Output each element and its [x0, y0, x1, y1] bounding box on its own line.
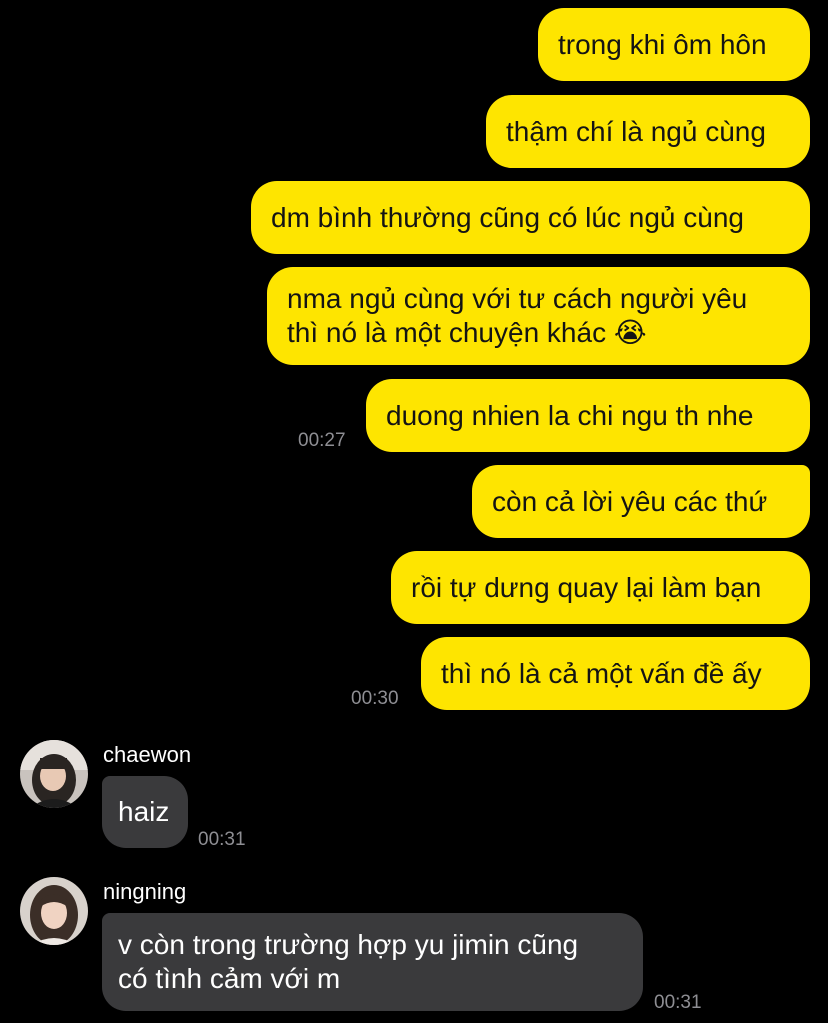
message-bubble-outgoing[interactable]: thì nó là cả một vấn đề ấy: [421, 637, 810, 710]
message-text: thì nó là cả một vấn đề ấy: [441, 657, 762, 689]
crying-face-emoji-icon: 😭: [613, 317, 647, 348]
message-bubble-outgoing[interactable]: trong khi ôm hôn: [538, 8, 810, 81]
sender-name: ningning: [103, 879, 187, 904]
message-bubble-outgoing[interactable]: còn cả lời yêu các thứ: [472, 465, 810, 538]
message-text: haiz: [118, 796, 170, 827]
sender-name: chaewon: [103, 742, 192, 767]
message-text: rồi tự dưng quay lại làm bạn: [411, 571, 762, 603]
message-bubble-incoming[interactable]: v còn trong trường hợp yu jimin cũng có …: [102, 913, 643, 1011]
avatar-image: [20, 740, 88, 808]
message-text-line: có tình cảm với m: [118, 963, 341, 994]
message-timestamp: 00:27: [298, 430, 346, 451]
avatar-ningning[interactable]: [20, 877, 88, 945]
message-bubble-outgoing[interactable]: dm bình thường cũng có lúc ngủ cùng: [251, 181, 810, 254]
message-text: dm bình thường cũng có lúc ngủ cùng: [271, 201, 744, 233]
message-bubble-outgoing[interactable]: duong nhien la chi ngu th nhe: [366, 379, 810, 452]
message-bubble-outgoing[interactable]: thậm chí là ngủ cùng: [486, 95, 810, 168]
message-bubble-outgoing[interactable]: rồi tự dưng quay lại làm bạn: [391, 551, 810, 624]
message-text: trong khi ôm hôn: [558, 28, 767, 60]
avatar-chaewon[interactable]: [20, 740, 88, 808]
message-text-line: nma ngủ cùng với tư cách người yêu: [287, 283, 748, 314]
message-timestamp: 00:31: [198, 829, 246, 850]
message-text-line: thì nó là một chuyện khác: [287, 317, 607, 348]
avatar-image: [20, 877, 88, 945]
message-text-line: v còn trong trường hợp yu jimin cũng: [118, 929, 579, 960]
message-bubble-incoming[interactable]: haiz: [102, 776, 188, 848]
message-text: còn cả lời yêu các thứ: [492, 485, 768, 517]
message-bubble-outgoing[interactable]: nma ngủ cùng với tư cách người yêu thì n…: [267, 267, 810, 365]
message-text: duong nhien la chi ngu th nhe: [386, 399, 754, 431]
message-text: thậm chí là ngủ cùng: [506, 115, 766, 147]
message-timestamp: 00:30: [351, 688, 399, 709]
message-timestamp: 00:31: [654, 992, 702, 1013]
